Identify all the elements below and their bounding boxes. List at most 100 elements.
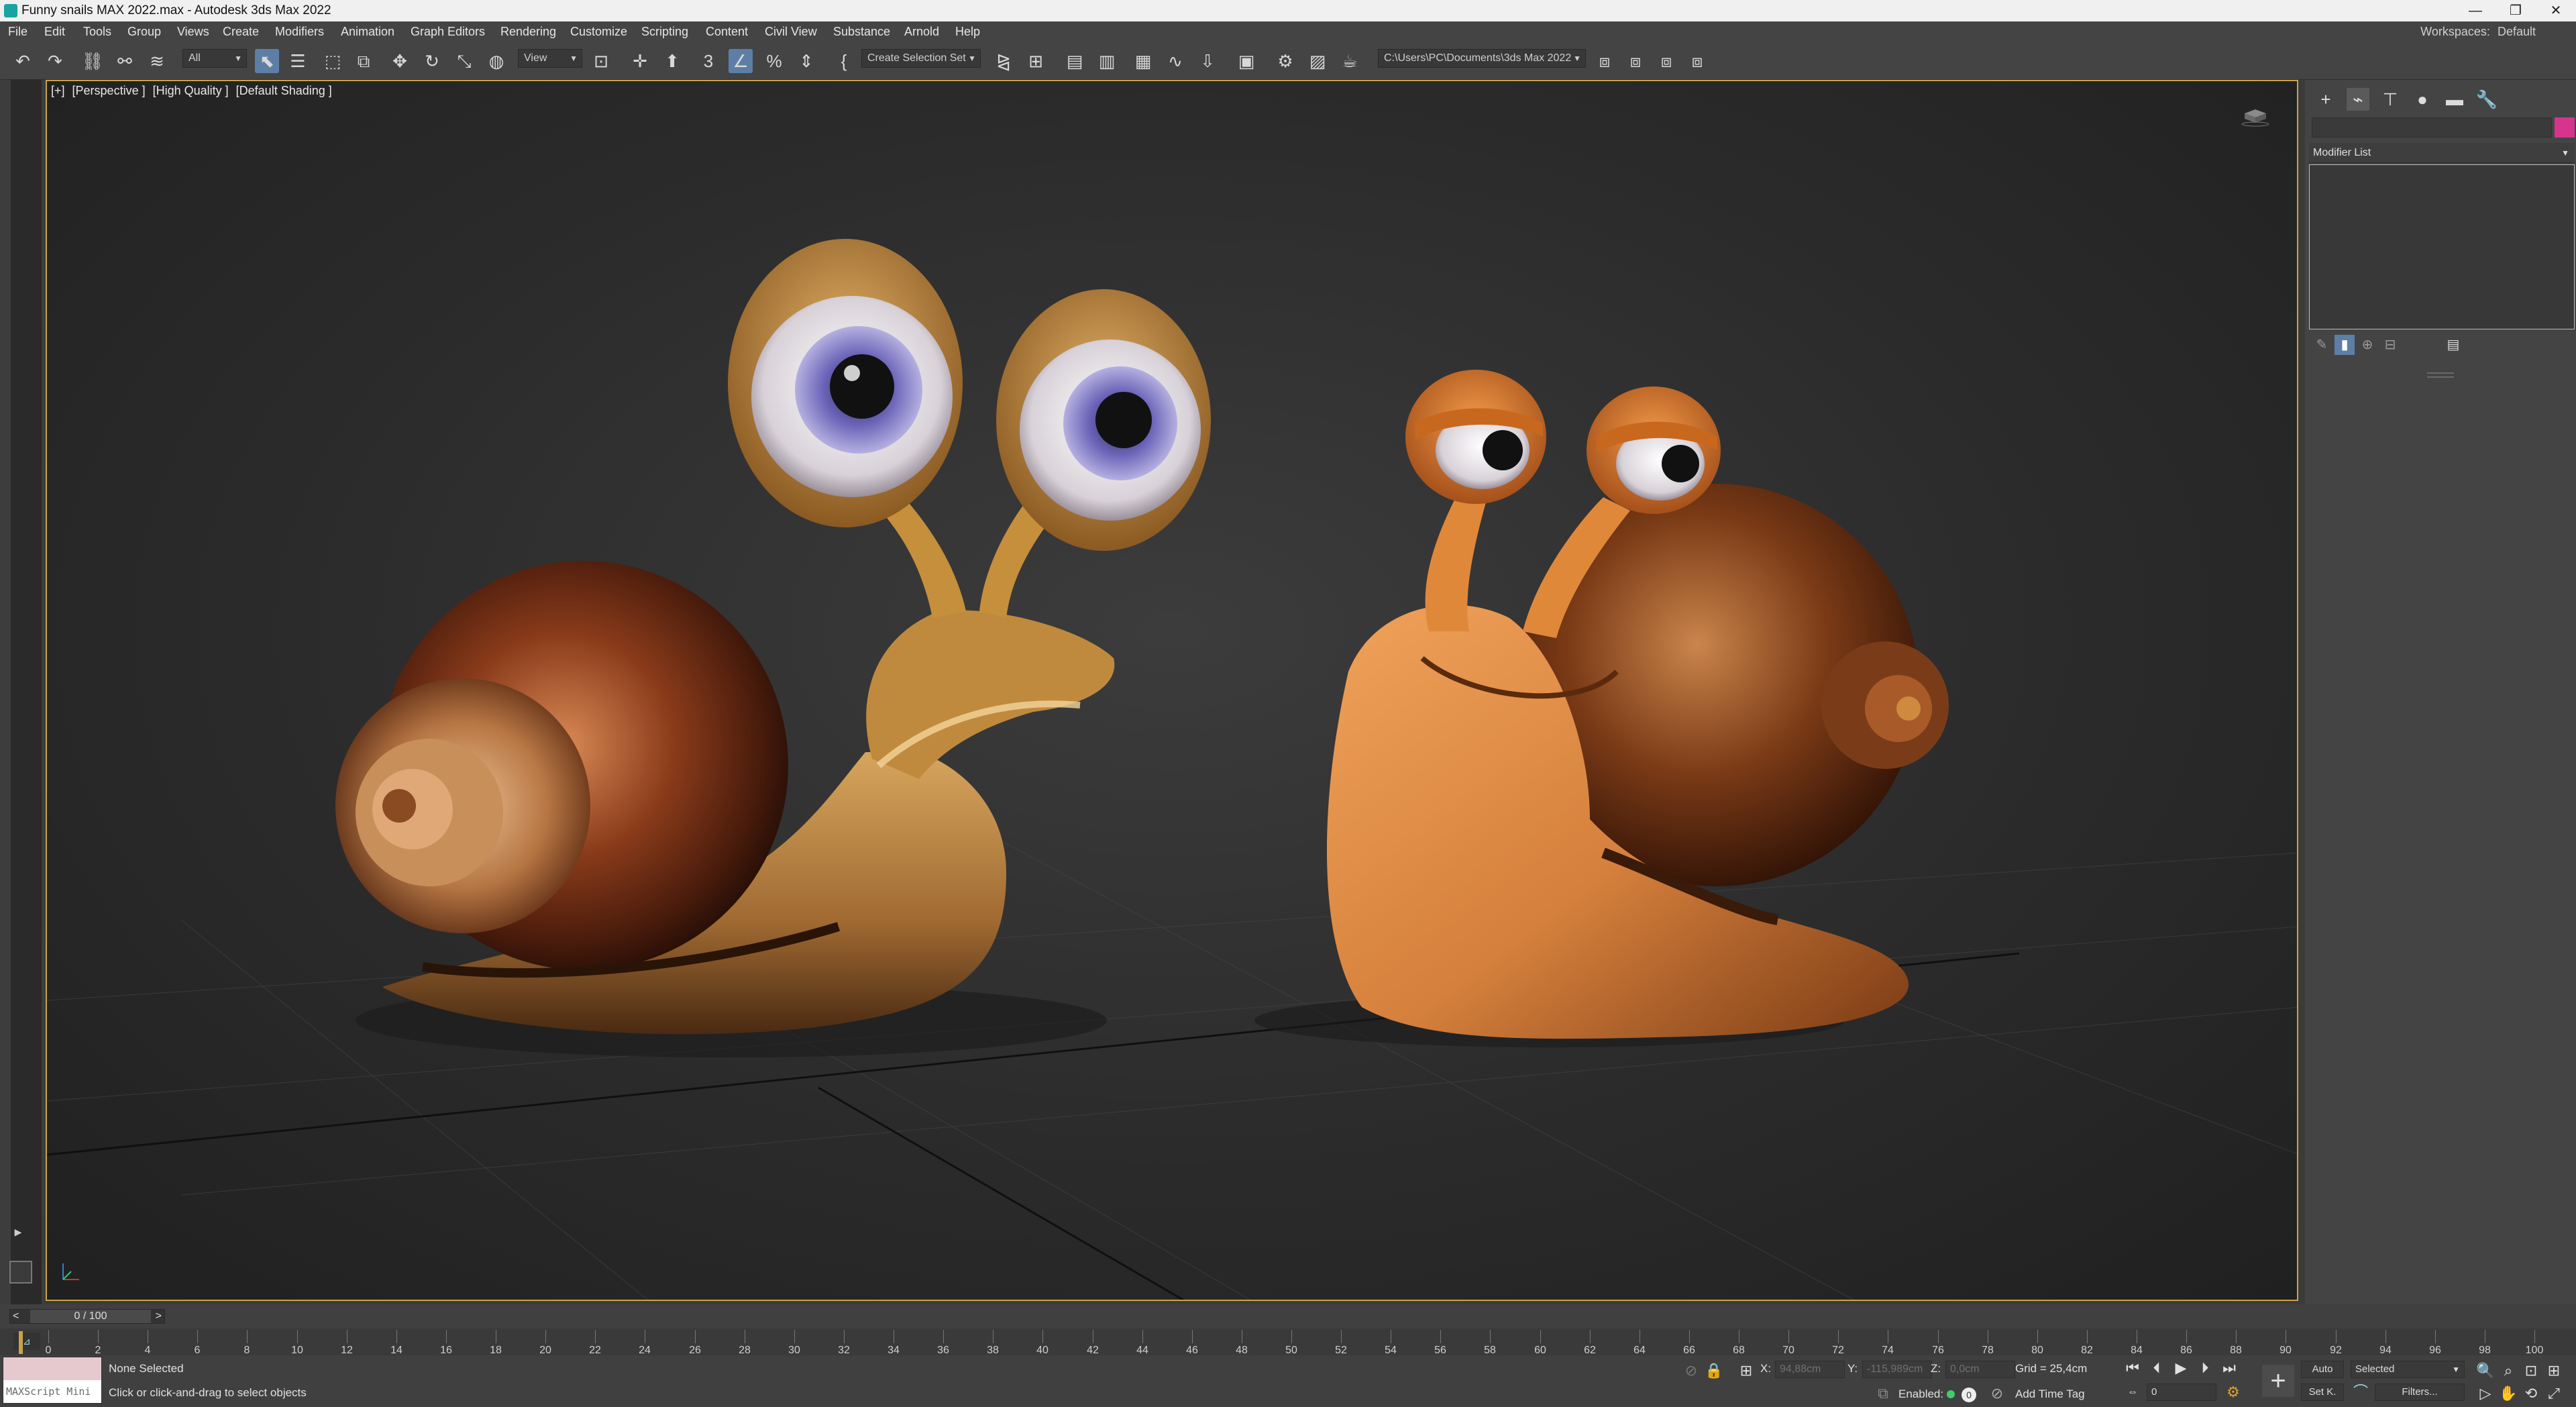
selection-filter-dropdown[interactable]: All ▼ [182, 49, 247, 68]
menu-arnold[interactable]: Arnold [904, 21, 939, 42]
menu-scripting[interactable]: Scripting [641, 21, 688, 42]
time-slider-track[interactable]: < 0 / 100 > [9, 1309, 165, 1324]
configure-sets-icon[interactable]: ▤ [2443, 335, 2463, 355]
create-tab-icon[interactable]: + [2314, 88, 2337, 111]
adaptive-degradation-icon[interactable]: ⧉ [1873, 1384, 1893, 1404]
goto-start-icon[interactable]: ⏮ [2123, 1358, 2143, 1378]
lock-selection-icon[interactable]: 🔒 [1704, 1361, 1724, 1381]
pin-stack-icon[interactable]: ✎ [2312, 335, 2332, 355]
scene-tool-3-icon[interactable]: ⧈ [1654, 49, 1678, 73]
maxscript-listener[interactable]: MAXScript Mini [3, 1357, 102, 1404]
maxscript-input[interactable]: MAXScript Mini [3, 1380, 101, 1403]
zoom-all-icon[interactable]: ⌕ [2498, 1361, 2518, 1381]
perspective-viewport[interactable]: [+] [Perspective ] [High Quality ] [Defa… [46, 80, 2298, 1301]
layer-explorer-icon[interactable]: ▥ [1095, 49, 1119, 73]
select-by-name-icon[interactable]: ☰ [286, 49, 310, 73]
close-button[interactable]: ✕ [2536, 0, 2576, 21]
align-icon[interactable]: ⊞ [1024, 49, 1048, 73]
menu-help[interactable]: Help [955, 21, 980, 42]
orbit-icon[interactable]: ⟲ [2521, 1384, 2541, 1404]
time-prev-button[interactable]: < [13, 1310, 19, 1323]
unlink-icon[interactable]: ⚯ [113, 49, 137, 73]
modifier-list-dropdown[interactable]: Modifier List ▼ [2309, 143, 2575, 163]
angle-snap-icon[interactable]: ∠ [729, 49, 753, 73]
y-coord-field[interactable]: -115,989cm [1862, 1361, 1932, 1378]
menu-rendering[interactable]: Rendering [500, 21, 556, 42]
menu-substance[interactable]: Substance [833, 21, 890, 42]
menu-group[interactable]: Group [127, 21, 161, 42]
render-setup-icon[interactable]: ⚙ [1273, 49, 1297, 73]
next-frame-icon[interactable]: ⏵ [2195, 1358, 2215, 1378]
viewport-layout-icon[interactable] [9, 1261, 32, 1284]
menu-modifiers[interactable]: Modifiers [275, 21, 324, 42]
material-editor-icon[interactable]: ▣ [1234, 49, 1258, 73]
modify-tab-icon[interactable]: ⌁ [2347, 88, 2369, 111]
minimize-button[interactable]: — [2455, 0, 2496, 21]
zoom-extents-icon[interactable]: ⊡ [2521, 1361, 2541, 1381]
time-config-icon[interactable]: ⚙ [2223, 1382, 2243, 1402]
key-filter-dropdown[interactable]: Selected ▼ [2351, 1361, 2465, 1378]
auto-key-button[interactable]: Auto [2301, 1361, 2344, 1378]
pan-icon[interactable]: ✋ [2498, 1384, 2518, 1404]
menu-content[interactable]: Content [706, 21, 748, 42]
menu-edit[interactable]: Edit [44, 21, 65, 42]
project-folder-dropdown[interactable]: C:\Users\PC\Documents\3ds Max 2022 ▼ [1378, 49, 1586, 68]
rendered-frame-icon[interactable]: ▨ [1305, 49, 1330, 73]
undo-icon[interactable]: ↶ [11, 49, 35, 73]
object-name-field[interactable] [2312, 117, 2552, 138]
move-icon[interactable]: ✥ [388, 49, 412, 73]
bind-spacewarp-icon[interactable]: ≋ [145, 49, 169, 73]
menu-views[interactable]: Views [177, 21, 209, 42]
isolate-selection-icon[interactable]: ⊘ [1681, 1361, 1701, 1381]
modifier-stack[interactable] [2309, 164, 2575, 329]
ref-coord-dropdown[interactable]: View ▼ [518, 49, 582, 68]
scene-tool-1-icon[interactable]: ⧈ [1593, 49, 1617, 73]
snap-toggle-icon[interactable]: 3 [696, 49, 720, 73]
make-unique-icon[interactable]: ⊕ [2357, 335, 2377, 355]
absolute-mode-icon[interactable]: ⊞ [1736, 1361, 1756, 1381]
menu-tools[interactable]: Tools [83, 21, 111, 42]
redo-icon[interactable]: ↷ [43, 49, 67, 73]
expand-layouts-icon[interactable]: ▶ [11, 1224, 25, 1239]
time-tag-icon[interactable]: 0 [1962, 1388, 1976, 1402]
ribbon-icon[interactable]: ▦ [1131, 49, 1155, 73]
menu-civil-view[interactable]: Civil View [765, 21, 817, 42]
menu-file[interactable]: File [8, 21, 28, 42]
zoom-icon[interactable]: 🔍 [2475, 1361, 2496, 1381]
set-key-button[interactable]: Set K. [2301, 1384, 2344, 1401]
schematic-view-icon[interactable]: ⇩ [1195, 49, 1220, 73]
maximize-viewport-icon[interactable]: ⤢ [2544, 1384, 2564, 1404]
set-key-big-icon[interactable]: + [2262, 1365, 2294, 1397]
goto-end-icon[interactable]: ⏭ [2219, 1358, 2239, 1378]
key-mode-toggle-icon[interactable]: ⇔ [2123, 1382, 2143, 1402]
z-coord-field[interactable]: 0,0cm [1945, 1361, 2015, 1378]
scale-icon[interactable]: ⤡ [452, 49, 476, 73]
motion-tab-icon[interactable]: ● [2411, 88, 2434, 111]
track-lane[interactable]: 0 2 4 6 8 10 12 14 16 18 20 22 24 26 28 30 32 34 36 38 40 42 4… [46, 1328, 2543, 1356]
hierarchy-tab-icon[interactable]: ⊤ [2379, 88, 2402, 111]
current-frame-field[interactable]: 0 [2147, 1384, 2216, 1401]
panel-resize-grip[interactable] [2427, 372, 2454, 378]
edit-named-sel-icon[interactable]: { [832, 49, 856, 73]
scene-tool-4-icon[interactable]: ⧈ [1685, 49, 1709, 73]
filters-button[interactable]: Filters... [2375, 1384, 2465, 1401]
fov-icon[interactable]: ▷ [2475, 1384, 2496, 1404]
spinner-snap-icon[interactable]: ⇕ [794, 49, 818, 73]
rect-region-icon[interactable]: ⬚ [321, 49, 345, 73]
window-crossing-icon[interactable]: ⧉ [352, 49, 376, 73]
render-production-icon[interactable]: ☕ [1338, 49, 1362, 73]
restore-button[interactable]: ❐ [2496, 0, 2536, 21]
time-next-button[interactable]: > [156, 1310, 162, 1323]
zoom-extents-all-icon[interactable]: ⊞ [2544, 1361, 2564, 1381]
named-selection-dropdown[interactable]: Create Selection Set ▼ [861, 49, 981, 68]
menu-create[interactable]: Create [223, 21, 259, 42]
remove-modifier-icon[interactable]: ⊟ [2380, 335, 2400, 355]
show-end-result-icon[interactable]: ▮ [2334, 335, 2355, 355]
prev-frame-icon[interactable]: ⏴ [2147, 1358, 2167, 1378]
utilities-tab-icon[interactable]: 🔧 [2475, 88, 2498, 111]
menu-animation[interactable]: Animation [341, 21, 394, 42]
placement-icon[interactable]: ◍ [484, 49, 508, 73]
track-bar[interactable]: ⊿ 0 2 4 6 8 10 12 14 16 18 20 22 24 26 28 30 32 34 36 38 40 4… [0, 1328, 2576, 1356]
scene-explorer-icon[interactable]: ▤ [1063, 49, 1087, 73]
object-color-swatch[interactable] [2555, 117, 2575, 138]
